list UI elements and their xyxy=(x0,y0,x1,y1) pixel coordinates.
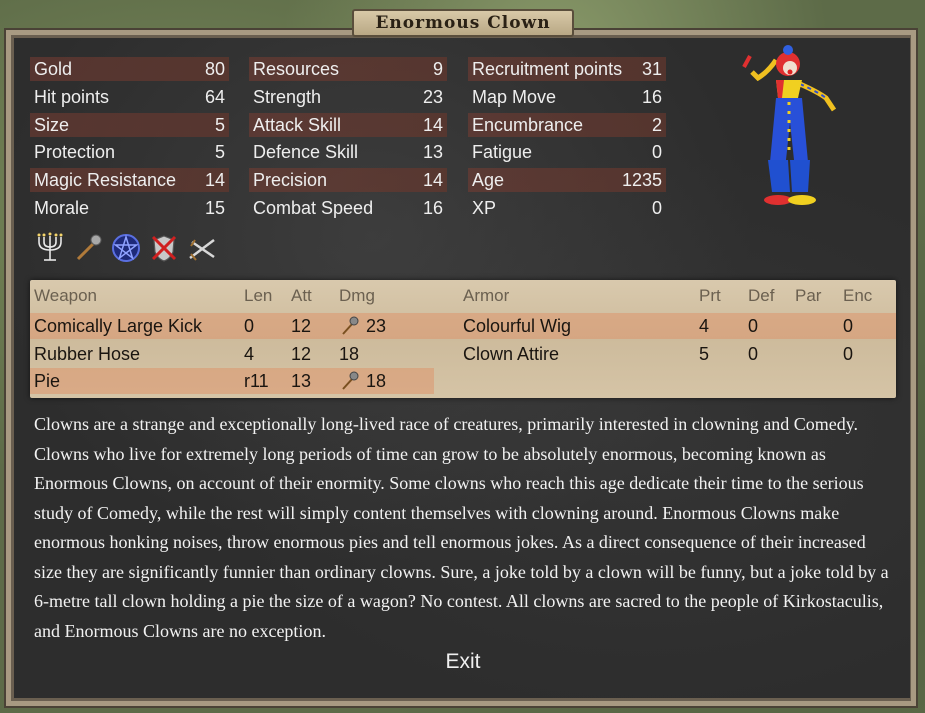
stat-value: 14 xyxy=(422,170,443,190)
stat-label: Protection xyxy=(34,142,116,162)
stat-value: 2 xyxy=(651,115,662,135)
stat-value: 23 xyxy=(422,87,443,107)
weapon-att: 12 xyxy=(291,316,312,336)
crossed-shield-icon[interactable] xyxy=(148,232,180,264)
stat-value: 31 xyxy=(641,59,662,79)
unit-title: Enormous Clown xyxy=(352,9,574,37)
len-header: Len xyxy=(244,286,273,305)
stat-value: 5 xyxy=(214,142,225,162)
stat-recruitment-points[interactable]: Recruitment points 31 xyxy=(468,57,666,81)
armor-header: Armor xyxy=(463,286,510,305)
prt-header: Prt xyxy=(699,286,721,305)
stat-label: Age xyxy=(472,170,505,190)
dmg-header: Dmg xyxy=(339,286,375,305)
stat-label: Encumbrance xyxy=(472,115,584,135)
armor-def: 0 xyxy=(748,316,759,336)
enc-header: Enc xyxy=(843,286,873,305)
stat-fatigue[interactable]: Fatigue 0 xyxy=(468,140,666,164)
stat-label: XP xyxy=(472,198,497,218)
stat-value: 9 xyxy=(432,59,443,79)
pentagram-icon[interactable] xyxy=(110,232,142,264)
exit-button[interactable]: Exit xyxy=(428,650,498,674)
unit-description: Clowns are a strange and exceptionally l… xyxy=(34,414,889,641)
stat-morale[interactable]: Morale 15 xyxy=(30,196,229,220)
stat-xp[interactable]: XP 0 xyxy=(468,196,666,220)
armor-name[interactable]: Clown Attire xyxy=(463,344,559,365)
stat-defence-skill[interactable]: Defence Skill 13 xyxy=(249,140,447,164)
stat-age[interactable]: Age 1235 xyxy=(468,168,666,192)
stat-value: 64 xyxy=(204,87,225,107)
stat-value: 14 xyxy=(204,170,225,190)
stat-label: Fatigue xyxy=(472,142,533,162)
armor-def: 0 xyxy=(748,344,759,364)
stat-protection[interactable]: Protection 5 xyxy=(30,140,229,164)
stat-resources[interactable]: Resources 9 xyxy=(249,57,447,81)
stat-value: 15 xyxy=(204,198,225,218)
weapon-name[interactable]: Comically Large Kick xyxy=(34,316,202,337)
stat-label: Map Move xyxy=(472,87,557,107)
stat-magic-resistance[interactable]: Magic Resistance 14 xyxy=(30,168,229,192)
stat-label: Precision xyxy=(253,170,328,190)
stat-hit-points[interactable]: Hit points 64 xyxy=(30,85,229,109)
weapon-len: 4 xyxy=(244,344,255,364)
weapon-att: 13 xyxy=(291,371,312,391)
blunt-damage-icon xyxy=(342,316,359,335)
par-header: Par xyxy=(795,286,822,305)
stat-strength[interactable]: Strength 23 xyxy=(249,85,447,109)
unit-portrait xyxy=(742,45,837,205)
stat-value: 1235 xyxy=(621,170,662,190)
weapon-att: 12 xyxy=(291,344,312,364)
weapon-dmg: 18 xyxy=(366,371,387,391)
stat-map-move[interactable]: Map Move 16 xyxy=(468,85,666,109)
weapon-name[interactable]: Rubber Hose xyxy=(34,344,140,365)
stat-value: 0 xyxy=(651,142,662,162)
weapon-len: r11 xyxy=(244,371,269,391)
stat-label: Combat Speed xyxy=(253,198,374,218)
stat-size[interactable]: Size 5 xyxy=(30,113,229,137)
att-header: Att xyxy=(291,286,312,305)
stat-label: Hit points xyxy=(34,87,110,107)
stat-label: Strength xyxy=(253,87,322,107)
stat-label: Defence Skill xyxy=(253,142,359,162)
blunt-damage-icon xyxy=(342,371,359,390)
stat-label: Attack Skill xyxy=(253,115,342,135)
stat-value: 0 xyxy=(651,198,662,218)
candelabra-icon[interactable] xyxy=(34,232,66,264)
stat-label: Magic Resistance xyxy=(34,170,177,190)
armor-name[interactable]: Colourful Wig xyxy=(463,316,571,337)
stat-attack-skill[interactable]: Attack Skill 14 xyxy=(249,113,447,137)
stat-label: Size xyxy=(34,115,70,135)
equipment-table: Weapon Len Att Dmg Armor Prt Def Par Enc… xyxy=(30,280,896,398)
weapon-header: Weapon xyxy=(34,286,98,305)
stat-label: Morale xyxy=(34,198,90,218)
armor-prt: 4 xyxy=(699,316,710,336)
weapon-dmg: 18 xyxy=(339,344,360,364)
stat-value: 80 xyxy=(204,59,225,79)
stat-label: Gold xyxy=(34,59,73,79)
armor-enc: 0 xyxy=(843,316,854,336)
armor-enc: 0 xyxy=(843,344,854,364)
crossed-swords-icon[interactable] xyxy=(186,232,218,264)
stat-encumbrance[interactable]: Encumbrance 2 xyxy=(468,113,666,137)
weapon-dmg: 23 xyxy=(366,316,387,336)
stat-value: 5 xyxy=(214,115,225,135)
mace-icon[interactable] xyxy=(72,232,104,264)
armor-prt: 5 xyxy=(699,344,710,364)
stat-value: 16 xyxy=(422,198,443,218)
def-header: Def xyxy=(748,286,775,305)
stat-label: Recruitment points xyxy=(472,59,623,79)
stat-value: 13 xyxy=(422,142,443,162)
stat-label: Resources xyxy=(253,59,340,79)
stat-combat-speed[interactable]: Combat Speed 16 xyxy=(249,196,447,220)
weapon-len: 0 xyxy=(244,316,255,336)
stat-value: 14 xyxy=(422,115,443,135)
weapon-name[interactable]: Pie xyxy=(34,371,60,392)
stat-gold[interactable]: Gold 80 xyxy=(30,57,229,81)
stat-value: 16 xyxy=(641,87,662,107)
stat-precision[interactable]: Precision 14 xyxy=(249,168,447,192)
